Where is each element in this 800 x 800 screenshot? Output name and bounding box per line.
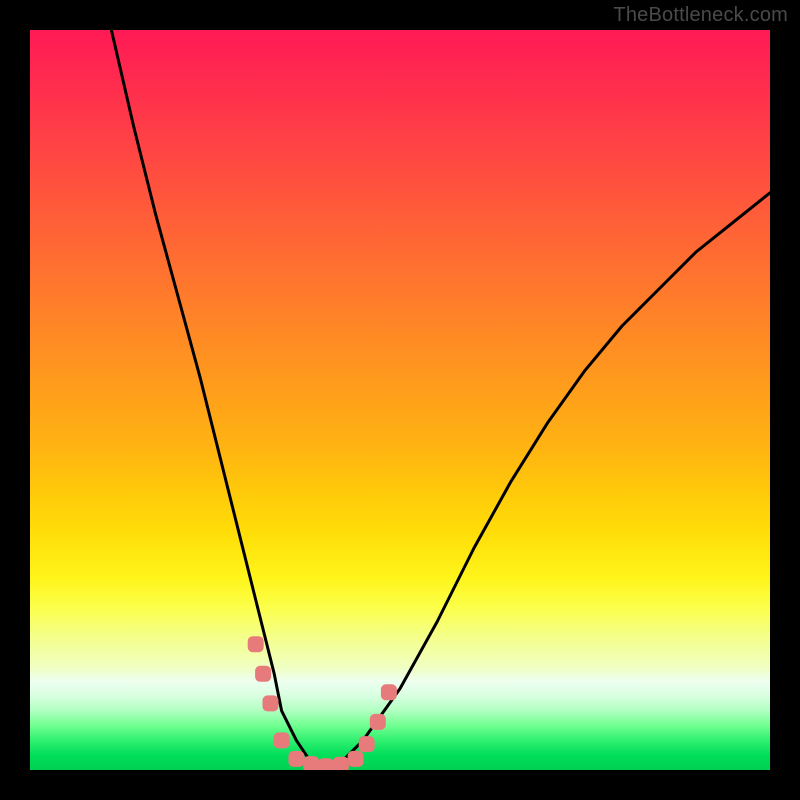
- watermark-text: TheBottleneck.com: [613, 4, 788, 27]
- bottleneck-curve: [111, 30, 770, 770]
- chart-frame: TheBottleneck.com: [0, 0, 800, 800]
- plot-area: [30, 30, 770, 770]
- curve-layer: [30, 30, 770, 770]
